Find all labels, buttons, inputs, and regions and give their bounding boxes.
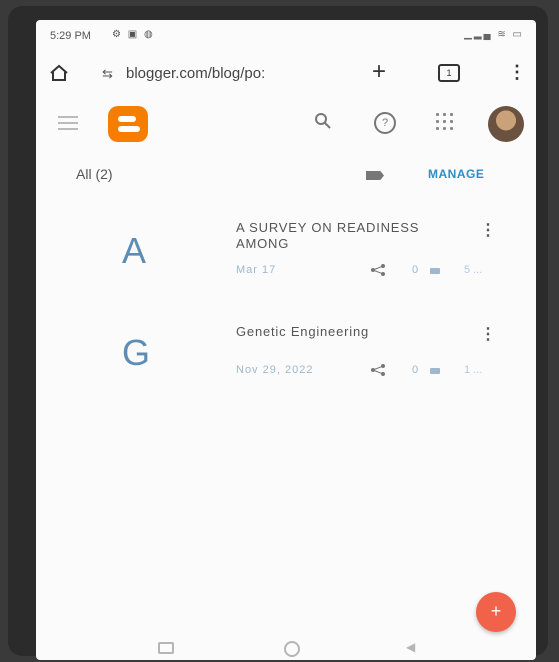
post-date: Mar 17	[236, 264, 277, 276]
browser-toolbar: ⇆ blogger.com/blog/po: + 1 ⋮	[36, 54, 536, 94]
filter-row: All (2) MANAGE	[36, 158, 536, 192]
view-count: 1 ...	[464, 364, 483, 376]
hamburger-icon[interactable]	[58, 116, 78, 134]
new-tab-button[interactable]: +	[372, 58, 386, 86]
status-time: 5:29 PM	[50, 30, 91, 42]
post-initial: G	[122, 332, 151, 373]
recent-apps-icon[interactable]	[158, 642, 174, 654]
new-post-fab[interactable]: +	[476, 592, 516, 632]
blogger-logo[interactable]	[108, 106, 148, 142]
search-icon[interactable]	[314, 112, 332, 130]
post-more-icon[interactable]: ⋮	[480, 324, 496, 344]
notification-icons: ⚙ ▣ ◍	[112, 29, 155, 40]
post-filter-dropdown[interactable]: All (2)	[76, 166, 113, 182]
android-nav-bar: ◀	[36, 636, 536, 660]
post-title[interactable]: A SURVEY ON READINESS AMONG	[236, 220, 456, 252]
comment-count: 0	[412, 264, 419, 276]
post-item[interactable]: A A SURVEY ON READINESS AMONG ⋮ Mar 17 0…	[36, 220, 536, 316]
apps-icon[interactable]	[436, 113, 454, 131]
blogger-app-bar: ?	[36, 100, 536, 150]
label-icon[interactable]	[366, 171, 384, 180]
help-icon[interactable]: ?	[374, 112, 396, 134]
share-icon[interactable]	[370, 364, 386, 376]
tabs-button[interactable]: 1	[438, 64, 460, 82]
post-item[interactable]: G Genetic Engineering ⋮ Nov 29, 2022 0 1…	[36, 324, 536, 420]
home-nav-icon[interactable]	[284, 641, 300, 657]
url-field[interactable]: blogger.com/blog/po:	[126, 65, 265, 82]
status-bar: 5:29 PM ⚙ ▣ ◍ ▁▂▄ ≋ ▭	[36, 20, 536, 50]
site-settings-icon[interactable]: ⇆	[102, 66, 113, 82]
home-icon[interactable]	[48, 62, 70, 84]
post-title[interactable]: Genetic Engineering	[236, 324, 456, 340]
browser-menu-button[interactable]: ⋮	[508, 62, 526, 83]
post-initial: A	[122, 230, 147, 271]
comment-icon	[430, 268, 440, 274]
view-count: 5 ...	[464, 264, 483, 276]
share-icon[interactable]	[370, 264, 386, 276]
comment-icon	[430, 368, 440, 374]
post-date: Nov 29, 2022	[236, 364, 314, 376]
screen: 5:29 PM ⚙ ▣ ◍ ▁▂▄ ≋ ▭ ⇆ blogger.com/blog…	[36, 20, 536, 660]
manage-button[interactable]: MANAGE	[428, 167, 484, 181]
system-status-icons: ▁▂▄ ≋ ▭	[464, 29, 524, 40]
phone-frame: 5:29 PM ⚙ ▣ ◍ ▁▂▄ ≋ ▭ ⇆ blogger.com/blog…	[8, 6, 548, 660]
comment-count: 0	[412, 364, 419, 376]
post-more-icon[interactable]: ⋮	[480, 220, 496, 240]
back-icon[interactable]: ◀	[406, 640, 415, 654]
avatar[interactable]	[488, 106, 524, 142]
